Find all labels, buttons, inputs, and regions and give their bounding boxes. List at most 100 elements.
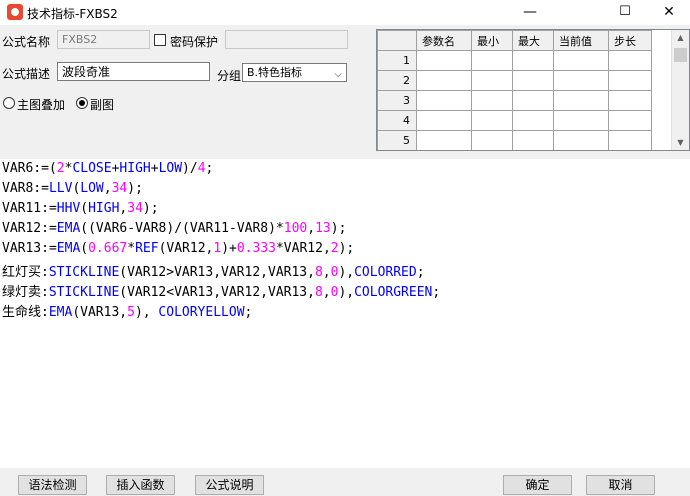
code-function: LOW bbox=[80, 181, 104, 196]
code-number: 1 bbox=[213, 241, 222, 256]
code-function: COLORGREEN bbox=[354, 285, 433, 300]
code-text: VAR13:= bbox=[2, 241, 57, 256]
code-text: (VAR12>VAR13,VAR12,VAR13, bbox=[119, 265, 315, 280]
column-header[interactable]: 步长 bbox=[608, 30, 652, 51]
column-header[interactable]: 参数名 bbox=[416, 30, 472, 51]
column-header[interactable]: 最大 bbox=[512, 30, 554, 51]
table-cell[interactable] bbox=[608, 50, 652, 71]
formula-desc-label: 公式描述 bbox=[2, 67, 51, 81]
radio-sub-chart[interactable] bbox=[76, 97, 88, 109]
code-function: EMA bbox=[48, 305, 73, 320]
scrollbar-thumb[interactable] bbox=[674, 48, 687, 62]
code-function: STICKLINE bbox=[48, 265, 120, 280]
maximize-button[interactable]: ☐ bbox=[602, 0, 648, 25]
group-select[interactable]: B.特色指标 ⌵ bbox=[242, 63, 347, 82]
table-cell[interactable] bbox=[608, 90, 652, 111]
table-cell[interactable] bbox=[416, 110, 472, 131]
parameter-table[interactable]: 参数名 最小 最大 当前值 步长 1 2 3 4 5 ▲ ▼ bbox=[376, 29, 690, 151]
table-cell[interactable] bbox=[608, 110, 652, 131]
code-number: 8 bbox=[314, 285, 323, 300]
table-cell[interactable] bbox=[416, 50, 472, 71]
app-icon bbox=[7, 4, 23, 20]
code-text: * bbox=[127, 241, 136, 256]
close-button[interactable]: ✕ bbox=[646, 0, 690, 25]
table-cell[interactable] bbox=[553, 50, 609, 71]
code-text: 红灯买: bbox=[2, 265, 49, 280]
code-text: VAR12:= bbox=[2, 221, 57, 236]
formula-help-button[interactable]: 公式说明 bbox=[195, 475, 264, 495]
password-field[interactable] bbox=[225, 30, 348, 49]
table-cell[interactable] bbox=[512, 110, 554, 131]
code-text: ; bbox=[205, 161, 214, 176]
formula-desc-field[interactable]: 波段奇准 bbox=[57, 62, 210, 81]
radio-sub-label: 副图 bbox=[90, 98, 115, 112]
table-cell[interactable] bbox=[471, 90, 513, 111]
table-cell[interactable] bbox=[512, 90, 554, 111]
code-text: (VAR12, bbox=[158, 241, 214, 256]
code-function: HIGH bbox=[119, 161, 151, 176]
code-number: 0.667 bbox=[88, 241, 128, 256]
code-text: ), bbox=[134, 305, 159, 320]
table-scrollbar[interactable]: ▲ ▼ bbox=[671, 30, 689, 150]
column-header[interactable]: 最小 bbox=[471, 30, 513, 51]
code-text: , bbox=[322, 285, 331, 300]
column-header[interactable]: 当前值 bbox=[553, 30, 609, 51]
code-text: , bbox=[322, 265, 331, 280]
row-number: 4 bbox=[377, 110, 417, 131]
scroll-down-icon[interactable]: ▼ bbox=[672, 138, 689, 147]
code-text: ); bbox=[127, 181, 143, 196]
code-function: HIGH bbox=[88, 201, 120, 216]
ok-button[interactable]: 确定 bbox=[503, 475, 572, 495]
minimize-button[interactable]: — bbox=[507, 0, 553, 25]
code-text: VAR8:= bbox=[2, 181, 49, 196]
insert-function-button[interactable]: 插入函数 bbox=[106, 475, 175, 495]
scroll-up-icon[interactable]: ▲ bbox=[672, 33, 689, 42]
table-cell[interactable] bbox=[471, 50, 513, 71]
code-line: 生命线:EMA(VAR13,5), COLORYELLOW; bbox=[2, 301, 252, 320]
syntax-check-button[interactable]: 语法检测 bbox=[18, 475, 87, 495]
cancel-button[interactable]: 取消 bbox=[586, 475, 655, 495]
table-cell[interactable] bbox=[471, 130, 513, 150]
table-cell[interactable] bbox=[416, 70, 472, 91]
code-text: , bbox=[103, 181, 112, 196]
code-text: *VAR12, bbox=[275, 241, 331, 256]
table-cell[interactable] bbox=[608, 70, 652, 91]
row-number: 5 bbox=[377, 130, 417, 150]
code-text: (VAR12<VAR13,VAR12,VAR13, bbox=[119, 285, 315, 300]
formula-name-field[interactable]: FXBS2 bbox=[57, 30, 150, 49]
code-number: 34 bbox=[127, 201, 143, 216]
group-select-value: B.特色指标 bbox=[247, 66, 303, 79]
table-cell[interactable] bbox=[553, 90, 609, 111]
formula-editor[interactable]: VAR6:=(2*CLOSE+HIGH+LOW)/4; VAR8:=LLV(LOW… bbox=[0, 159, 690, 468]
table-cell[interactable] bbox=[553, 130, 609, 150]
row-number: 2 bbox=[377, 70, 417, 91]
code-text: ; bbox=[416, 265, 425, 280]
formula-name-label: 公式名称 bbox=[2, 35, 51, 49]
code-function: EMA bbox=[56, 241, 81, 256]
table-cell[interactable] bbox=[416, 130, 472, 150]
code-text: ( bbox=[80, 201, 89, 216]
code-text: + bbox=[150, 161, 159, 176]
table-row: 3 bbox=[377, 90, 652, 111]
table-cell[interactable] bbox=[512, 130, 554, 150]
table-cell[interactable] bbox=[512, 70, 554, 91]
radio-main-overlay[interactable] bbox=[3, 97, 15, 109]
table-cell[interactable] bbox=[471, 110, 513, 131]
code-number: 8 bbox=[314, 265, 323, 280]
table-cell[interactable] bbox=[416, 90, 472, 111]
code-text: ((VAR6-VAR8)/(VAR11-VAR8)* bbox=[80, 221, 284, 236]
code-line: 红灯买:STICKLINE(VAR12>VAR13,VAR12,VAR13,8,… bbox=[2, 261, 425, 280]
code-text: ); bbox=[142, 201, 159, 216]
table-cell[interactable] bbox=[553, 70, 609, 91]
password-checkbox[interactable] bbox=[154, 34, 166, 46]
code-line: VAR8:=LLV(LOW,34); bbox=[2, 181, 143, 196]
table-cell[interactable] bbox=[471, 70, 513, 91]
table-cell[interactable] bbox=[608, 130, 652, 150]
code-line: VAR6:=(2*CLOSE+HIGH+LOW)/4; bbox=[2, 161, 213, 176]
table-cell[interactable] bbox=[512, 50, 554, 71]
table-header-row: 参数名 最小 最大 当前值 步长 bbox=[377, 30, 652, 51]
code-text: 生命线: bbox=[2, 305, 49, 320]
code-function: EMA bbox=[56, 221, 81, 236]
code-function: HHV bbox=[56, 201, 81, 216]
table-cell[interactable] bbox=[553, 110, 609, 131]
